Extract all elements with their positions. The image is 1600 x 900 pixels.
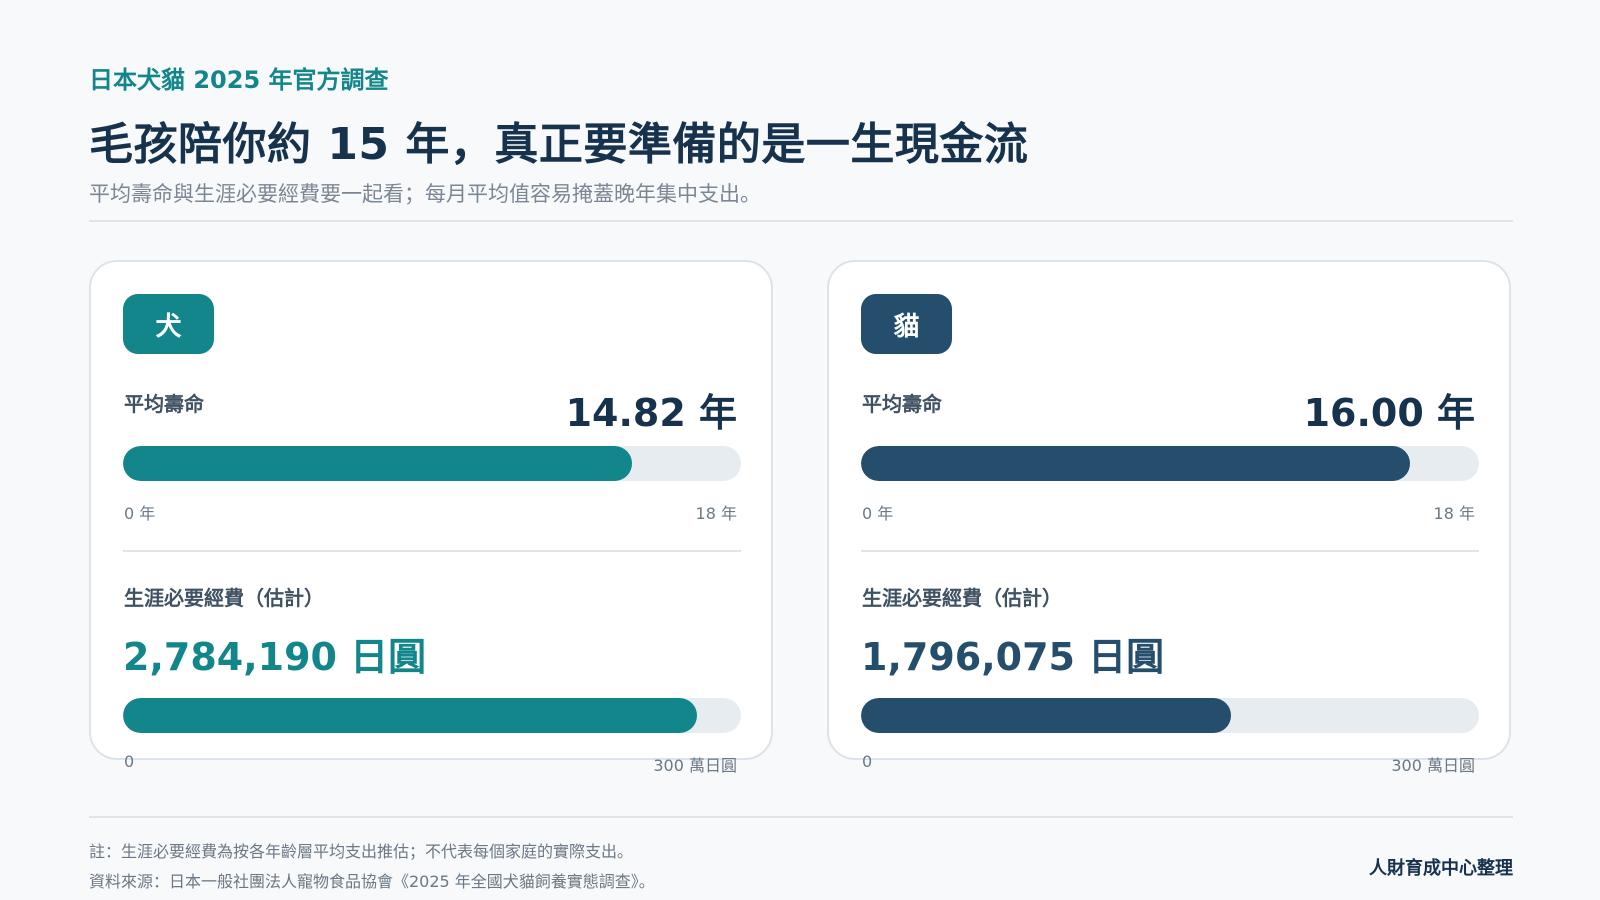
- cat-lifespan-axis-min: 0 年: [862, 504, 894, 523]
- dog-cost-axis-max: 300 萬日圓: [653, 756, 737, 775]
- dog-badge: 犬: [123, 294, 214, 354]
- cat-cost-axis-max: 300 萬日圓: [1391, 756, 1475, 775]
- cat-cost-value: 1,796,075 日圓: [861, 635, 1165, 679]
- dog-cost-fill: [123, 698, 697, 733]
- cat-cost-axis-min: 0: [862, 752, 873, 771]
- dog-cost-axis-min: 0: [124, 752, 135, 771]
- cat-lifespan-fill: [861, 446, 1411, 481]
- header-divider: [89, 220, 1513, 222]
- cat-lifespan-value: 16.00 年: [1303, 391, 1475, 435]
- page-title: 毛孩陪你約 15 年，真正要準備的是一生現金流: [89, 119, 1029, 170]
- footer-divider: [89, 816, 1513, 818]
- dog-card-divider: [123, 550, 741, 552]
- dog-cost-bar: [123, 698, 741, 733]
- dog-lifespan-fill: [123, 446, 632, 481]
- kicker: 日本犬貓 2025 年官方調查: [89, 66, 389, 94]
- dog-cost-label: 生涯必要經費（估計）: [124, 586, 324, 610]
- dog-lifespan-axis-min: 0 年: [124, 504, 156, 523]
- cat-cost-bar: [861, 698, 1479, 733]
- source-note: 資料來源：日本一般社團法人寵物食品協會《2025 年全國犬貓飼養實態調查》。: [89, 872, 655, 891]
- cat-lifespan-bar: [861, 446, 1479, 481]
- dog-card: 犬 平均壽命 14.82 年 0 年 18 年 生涯必要經費（估計） 2,784…: [89, 260, 773, 775]
- page-subtitle: 平均壽命與生涯必要經費要一起看；每月平均值容易掩蓋晚年集中支出。: [89, 182, 761, 206]
- dog-lifespan-value: 14.82 年: [565, 391, 737, 435]
- cat-lifespan-label: 平均壽命: [862, 392, 942, 416]
- cat-card-divider: [861, 550, 1479, 552]
- credit: 人財育成中心整理: [1369, 858, 1513, 879]
- dog-lifespan-label: 平均壽命: [124, 392, 204, 416]
- footnote: 註：生涯必要經費為按各年齡層平均支出推估；不代表每個家庭的實際支出。: [89, 842, 634, 861]
- dog-lifespan-axis-max: 18 年: [695, 504, 737, 523]
- dog-cost-value: 2,784,190 日圓: [123, 635, 427, 679]
- cat-cost-fill: [861, 698, 1231, 733]
- cat-lifespan-axis-max: 18 年: [1433, 504, 1475, 523]
- cat-cost-label: 生涯必要經費（估計）: [862, 586, 1062, 610]
- dog-lifespan-bar: [123, 446, 741, 481]
- cat-card: 貓 平均壽命 16.00 年 0 年 18 年 生涯必要經費（估計） 1,796…: [827, 260, 1511, 775]
- cat-badge: 貓: [861, 294, 952, 354]
